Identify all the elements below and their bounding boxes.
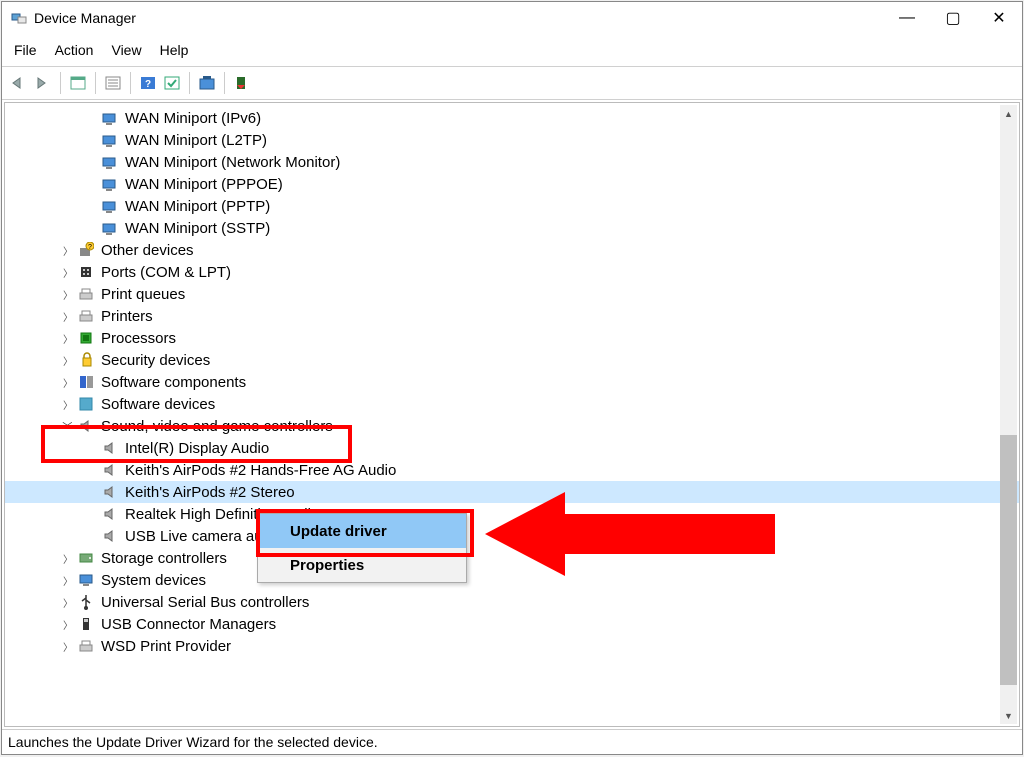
content-pane: WAN Miniport (IPv6) WAN Miniport (L2TP) … xyxy=(2,100,1022,729)
ports-icon xyxy=(77,263,95,281)
expand-icon[interactable]: 〉 xyxy=(61,243,75,258)
software-device-icon xyxy=(77,395,95,413)
menu-bar: File Action View Help xyxy=(2,34,1022,66)
tree-category[interactable]: Other devices xyxy=(101,242,194,259)
tree-item[interactable]: WAN Miniport (Network Monitor) xyxy=(125,154,340,171)
toolbar: ? xyxy=(2,66,1022,100)
tree-category[interactable]: WSD Print Provider xyxy=(101,638,231,655)
system-device-icon xyxy=(77,571,95,589)
close-button[interactable]: ✕ xyxy=(976,2,1022,34)
processor-icon xyxy=(77,329,95,347)
status-text: Launches the Update Driver Wizard for th… xyxy=(8,734,378,750)
tree-category[interactable]: Processors xyxy=(101,330,176,347)
tree-category[interactable]: Security devices xyxy=(101,352,210,369)
expand-icon[interactable]: 〉 xyxy=(61,551,75,566)
storage-icon xyxy=(77,549,95,567)
speaker-icon xyxy=(101,483,119,501)
minimize-button[interactable]: — xyxy=(884,2,930,34)
network-adapter-icon xyxy=(101,175,119,193)
annotation-arrow xyxy=(485,484,785,587)
tb-help-icon[interactable]: ? xyxy=(137,72,159,94)
software-component-icon xyxy=(77,373,95,391)
back-button[interactable] xyxy=(8,72,30,94)
tree-category[interactable]: Printers xyxy=(101,308,153,325)
titlebar[interactable]: Device Manager — ▢ ✕ xyxy=(2,2,1022,34)
svg-text:?: ? xyxy=(145,79,151,90)
tree-item[interactable]: WAN Miniport (PPPOE) xyxy=(125,176,283,193)
tb-properties-icon[interactable] xyxy=(102,72,124,94)
scroll-down-icon[interactable]: ▼ xyxy=(1000,707,1017,724)
expand-icon[interactable]: 〉 xyxy=(61,375,75,390)
annotation-highlight-menu-item xyxy=(256,509,474,557)
device-manager-icon xyxy=(10,9,28,27)
tree-category[interactable]: USB Connector Managers xyxy=(101,616,276,633)
other-devices-icon: ? xyxy=(77,241,95,259)
tree-category[interactable]: Universal Serial Bus controllers xyxy=(101,594,309,611)
tb-update-icon[interactable] xyxy=(196,72,218,94)
tree-category[interactable]: Storage controllers xyxy=(101,550,227,567)
tree-category[interactable]: System devices xyxy=(101,572,206,589)
expand-icon[interactable]: 〉 xyxy=(61,309,75,324)
speaker-icon xyxy=(101,527,119,545)
menu-file[interactable]: File xyxy=(14,42,37,58)
device-manager-window: Device Manager — ▢ ✕ File Action View He… xyxy=(1,1,1023,755)
scroll-up-icon[interactable]: ▲ xyxy=(1000,105,1017,122)
tree-item[interactable]: WAN Miniport (PPTP) xyxy=(125,198,270,215)
tree-category[interactable]: Software components xyxy=(101,374,246,391)
maximize-button[interactable]: ▢ xyxy=(930,2,976,34)
security-icon xyxy=(77,351,95,369)
tree-category[interactable]: Print queues xyxy=(101,286,185,303)
usb-connector-icon xyxy=(77,615,95,633)
tb-scan-icon[interactable] xyxy=(161,72,183,94)
print-queue-icon xyxy=(77,285,95,303)
expand-icon[interactable]: 〉 xyxy=(61,287,75,302)
network-adapter-icon xyxy=(101,131,119,149)
expand-icon[interactable]: 〉 xyxy=(61,573,75,588)
speaker-icon xyxy=(101,505,119,523)
printer-icon xyxy=(77,307,95,325)
scroll-thumb[interactable] xyxy=(1000,435,1017,685)
wsd-printer-icon xyxy=(77,637,95,655)
tree-item[interactable]: WAN Miniport (SSTP) xyxy=(125,220,270,237)
expand-icon[interactable]: 〉 xyxy=(61,617,75,632)
menu-view[interactable]: View xyxy=(111,42,141,58)
tree-item[interactable]: Keith's AirPods #2 Hands-Free AG Audio xyxy=(125,462,396,479)
tb-uninstall-icon[interactable] xyxy=(231,72,253,94)
scrollbar[interactable]: ▲ ▼ xyxy=(1000,105,1017,724)
menu-help[interactable]: Help xyxy=(160,42,189,58)
svg-text:?: ? xyxy=(88,244,92,251)
expand-icon[interactable]: 〉 xyxy=(61,353,75,368)
forward-button[interactable] xyxy=(32,72,54,94)
network-adapter-icon xyxy=(101,219,119,237)
expand-icon[interactable]: 〉 xyxy=(61,595,75,610)
usb-icon xyxy=(77,593,95,611)
tree-category[interactable]: Ports (COM & LPT) xyxy=(101,264,231,281)
expand-icon[interactable]: 〉 xyxy=(61,331,75,346)
window-title: Device Manager xyxy=(34,10,884,26)
tb-show-hidden-icon[interactable] xyxy=(67,72,89,94)
expand-icon[interactable]: 〉 xyxy=(61,397,75,412)
speaker-icon xyxy=(101,461,119,479)
annotation-highlight-category xyxy=(41,425,352,463)
menu-action[interactable]: Action xyxy=(55,42,94,58)
tree-item[interactable]: WAN Miniport (L2TP) xyxy=(125,132,267,149)
expand-icon[interactable]: 〉 xyxy=(61,639,75,654)
status-bar: Launches the Update Driver Wizard for th… xyxy=(2,729,1022,754)
network-adapter-icon xyxy=(101,153,119,171)
expand-icon[interactable]: 〉 xyxy=(61,265,75,280)
tree-category[interactable]: Software devices xyxy=(101,396,215,413)
network-adapter-icon xyxy=(101,109,119,127)
network-adapter-icon xyxy=(101,197,119,215)
tree-item[interactable]: WAN Miniport (IPv6) xyxy=(125,110,261,127)
